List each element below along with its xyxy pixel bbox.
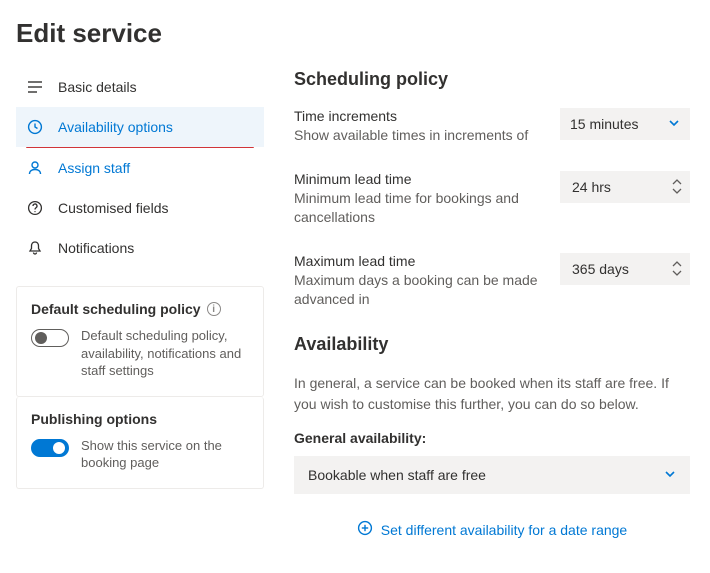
general-availability-select[interactable]: Bookable when staff are free bbox=[294, 456, 690, 494]
set-availability-range-link[interactable]: Set different availability for a date ra… bbox=[294, 520, 690, 539]
nav-availability-options[interactable]: Availability options bbox=[16, 107, 264, 147]
time-increments-desc: Show available times in increments of bbox=[294, 126, 540, 145]
person-icon bbox=[26, 159, 44, 177]
info-icon[interactable]: i bbox=[207, 302, 221, 316]
chevron-down-icon bbox=[664, 467, 676, 483]
default-scheduling-policy-card: Default scheduling policy i Default sche… bbox=[16, 286, 264, 397]
spinner-arrows[interactable] bbox=[672, 179, 682, 194]
chevron-down-icon bbox=[668, 116, 680, 132]
link-text: Set different availability for a date ra… bbox=[381, 522, 627, 538]
nav-assign-staff[interactable]: Assign staff bbox=[16, 148, 264, 188]
nav-label: Customised fields bbox=[58, 200, 169, 216]
general-availability-label: General availability: bbox=[294, 430, 690, 446]
plus-circle-icon bbox=[357, 520, 373, 539]
card-title: Publishing options bbox=[31, 411, 157, 427]
publishing-options-card: Publishing options Show this service on … bbox=[16, 397, 264, 489]
nav-label: Notifications bbox=[58, 240, 134, 256]
clock-icon bbox=[26, 118, 44, 136]
default-policy-toggle[interactable] bbox=[31, 329, 69, 347]
time-increments-select[interactable]: 15 minutes bbox=[560, 108, 690, 140]
max-lead-label: Maximum lead time bbox=[294, 253, 540, 269]
nav-label: Availability options bbox=[58, 119, 173, 135]
nav-basic-details[interactable]: Basic details bbox=[16, 67, 264, 107]
nav-notifications[interactable]: Notifications bbox=[16, 228, 264, 268]
spinner-value: 24 hrs bbox=[572, 179, 672, 195]
toggle-description: Show this service on the booking page bbox=[81, 437, 249, 472]
question-icon bbox=[26, 199, 44, 217]
publishing-toggle[interactable] bbox=[31, 439, 69, 457]
spinner-value: 365 days bbox=[572, 261, 672, 277]
nav-customised-fields[interactable]: Customised fields bbox=[16, 188, 264, 228]
max-lead-desc: Maximum days a booking can be made advan… bbox=[294, 271, 540, 309]
nav-label: Basic details bbox=[58, 79, 137, 95]
select-value: Bookable when staff are free bbox=[308, 467, 486, 483]
scheduling-policy-heading: Scheduling policy bbox=[294, 69, 690, 90]
toggle-description: Default scheduling policy, availability,… bbox=[81, 327, 249, 380]
list-icon bbox=[26, 78, 44, 96]
availability-description: In general, a service can be booked when… bbox=[294, 373, 690, 414]
min-lead-desc: Minimum lead time for bookings and cance… bbox=[294, 189, 540, 227]
time-increments-label: Time increments bbox=[294, 108, 540, 124]
spinner-arrows[interactable] bbox=[672, 261, 682, 276]
availability-heading: Availability bbox=[294, 334, 690, 355]
card-title: Default scheduling policy bbox=[31, 301, 201, 317]
min-lead-label: Minimum lead time bbox=[294, 171, 540, 187]
select-value: 15 minutes bbox=[570, 116, 638, 132]
min-lead-spinner[interactable]: 24 hrs bbox=[560, 171, 690, 203]
max-lead-spinner[interactable]: 365 days bbox=[560, 253, 690, 285]
nav-label: Assign staff bbox=[58, 160, 130, 176]
page-title: Edit service bbox=[16, 18, 690, 49]
bell-icon bbox=[26, 239, 44, 257]
